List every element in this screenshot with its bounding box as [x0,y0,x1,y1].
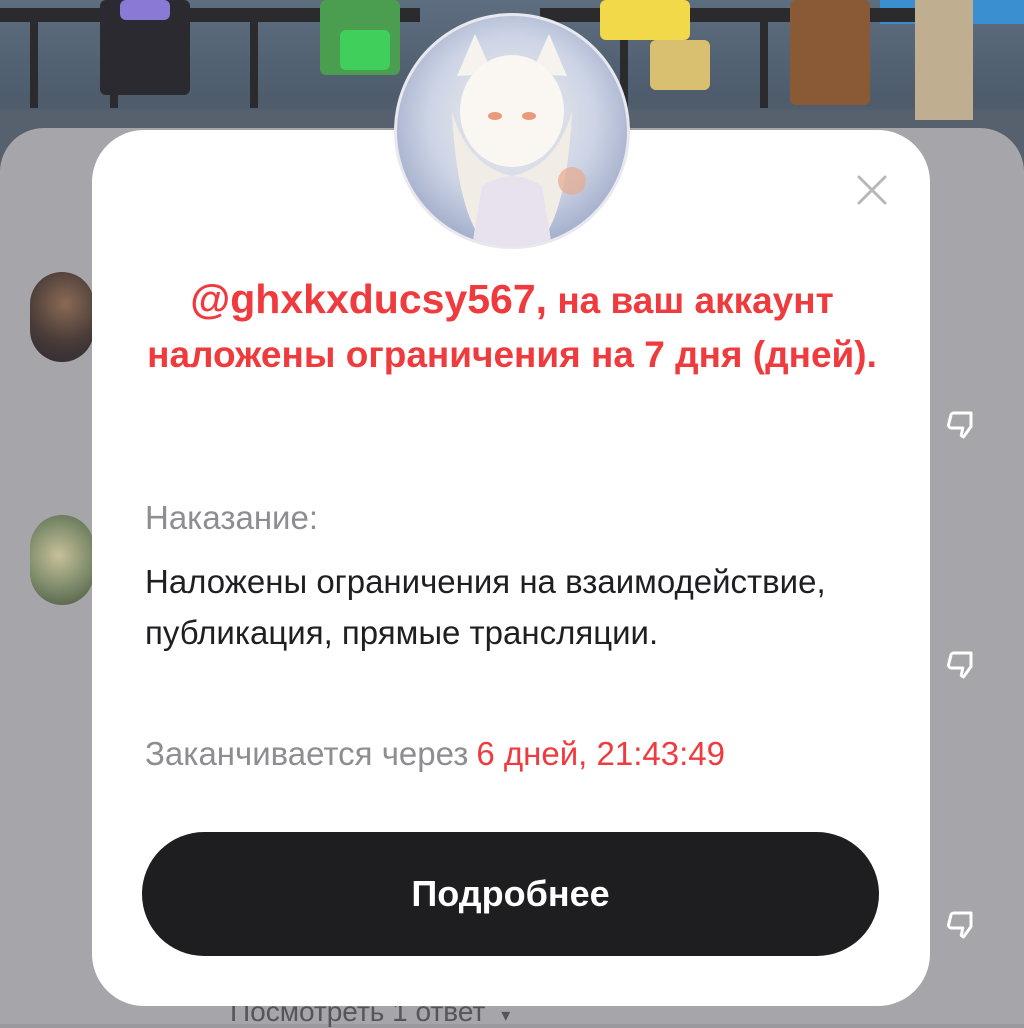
chevron-down-icon: ▾ [501,1005,511,1025]
close-icon[interactable] [850,168,894,212]
comment-avatar[interactable] [30,515,94,605]
thumbs-down-icon[interactable] [942,405,982,445]
user-avatar [397,16,627,246]
punishment-label: Наказание: [145,499,318,536]
expires-label: Заканчивается через [145,735,469,772]
username-handle: @ghxkxducsy567, [190,276,548,322]
expiration-info: Заканчивается через 6 дней, 21:43:49 [145,735,725,773]
restriction-title: @ghxkxducsy567, на ваш аккаунт наложены … [112,272,912,382]
more-details-button[interactable]: Подробнее [142,832,879,956]
thumbs-down-icon[interactable] [942,645,982,685]
comment-avatar[interactable] [30,272,94,362]
punishment-description: Наложены ограничения на взаимодействие, … [145,563,826,651]
thumbs-down-icon[interactable] [942,905,982,945]
expires-countdown: 6 дней, 21:43:49 [476,735,725,772]
